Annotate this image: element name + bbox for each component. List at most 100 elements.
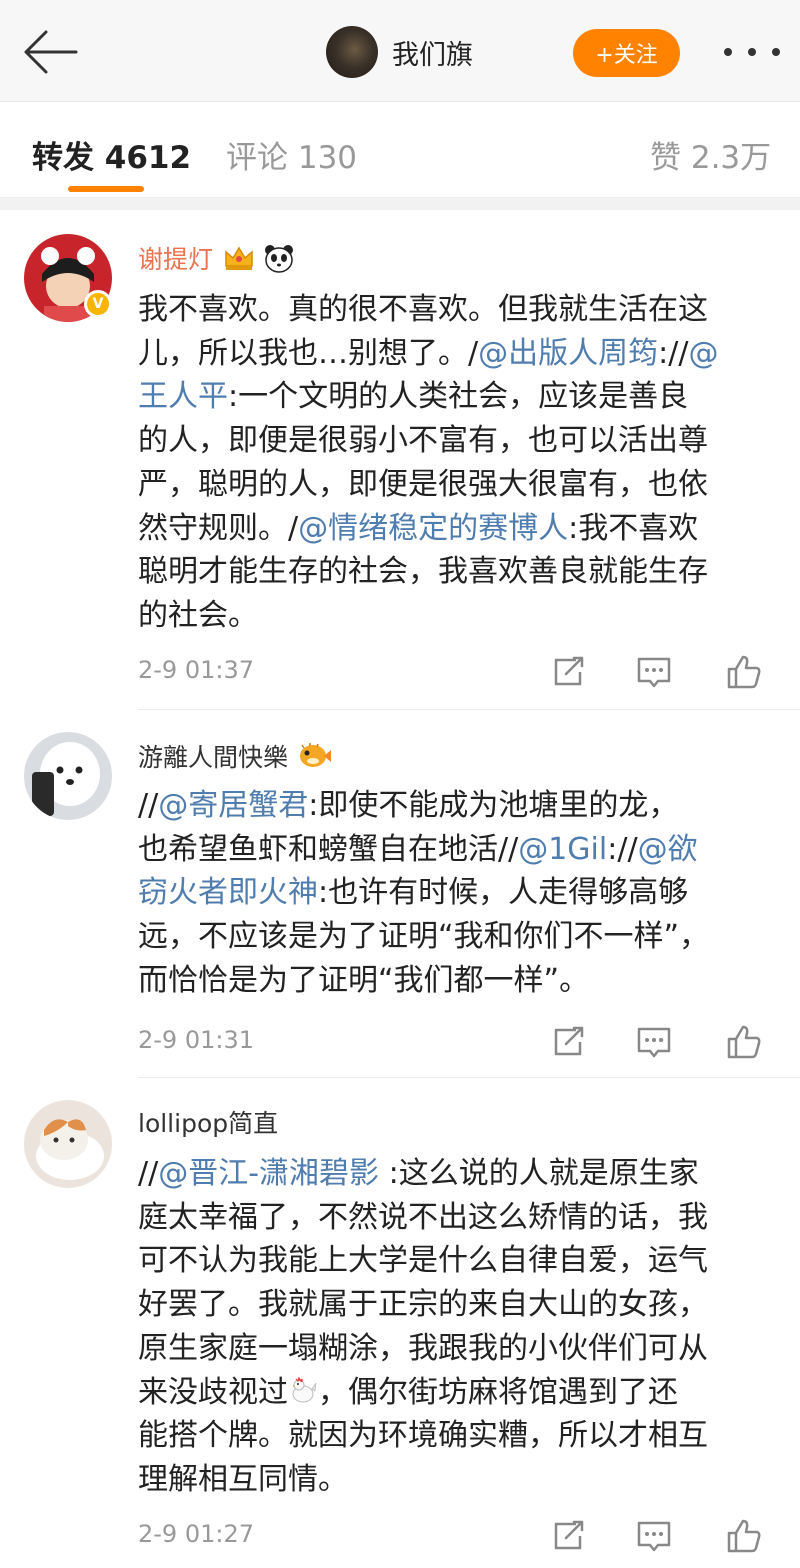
- header-avatar[interactable]: [326, 26, 378, 78]
- body-text: 严，聪明的人，即便是很强大很富有，也依: [138, 466, 708, 502]
- post-body-line: 庭太幸福了，不然说不出这么矫情的话，我: [138, 1196, 778, 1240]
- post-username[interactable]: lollipop简直: [138, 1104, 278, 1140]
- body-text: 也希望鱼虾和螃蟹自在地活//: [138, 831, 519, 867]
- body-text: 原生家庭一塌糊涂，我跟我的小伙伴们可从: [138, 1330, 708, 1366]
- emoji-wrap: [288, 1375, 318, 1410]
- post-username[interactable]: 游離人間快樂: [138, 738, 332, 774]
- post-body-line: 可不认为我能上大学是什么自律自爱，运气: [138, 1239, 778, 1283]
- tab-like[interactable]: 赞 2.3万: [650, 132, 771, 177]
- body-text: 远，不应该是为了证明“我和你们不一样”，: [138, 919, 710, 955]
- post-body-line: 的社会。: [138, 594, 778, 638]
- post-time: 2-9 01:27: [138, 1520, 254, 1548]
- avatar[interactable]: [24, 732, 112, 820]
- body-text: 理解相互同情。: [138, 1461, 348, 1497]
- like-icon[interactable]: [724, 1516, 764, 1556]
- post-body-line: 窃火者即火神:也许有时候，人走得够高够: [138, 871, 778, 915]
- body-text: :也许有时候，人走得够高够: [318, 875, 689, 911]
- repost-icon[interactable]: [548, 1022, 588, 1062]
- body-text: ，偶尔街坊麻将馆遇到了还: [318, 1374, 678, 1410]
- body-text: 的社会。: [138, 597, 258, 633]
- rooster-icon: [292, 1376, 317, 1403]
- mention-link[interactable]: @欲: [638, 832, 698, 867]
- post-body: //@晋江-潇湘碧影 :这么说的人就是原生家庭太幸福了，不然说不出这么矫情的话，…: [138, 1152, 778, 1502]
- post-body-line: 来没歧视过 ，偶尔街坊麻将馆遇到了还: [138, 1371, 778, 1415]
- repost-icon[interactable]: [548, 1516, 588, 1556]
- body-text: 聪明才能生存的社会，我喜欢善良就能生存: [138, 554, 708, 590]
- body-text: 儿，所以我也…别想了。/: [138, 335, 479, 371]
- post-actions: [548, 1022, 788, 1062]
- body-text: 能搭个牌。就因为环境确实糟，所以才相互: [138, 1418, 708, 1454]
- post-body: 我不喜欢。真的很不喜欢。但我就生活在这 儿，所以我也…别想了。/@出版人周筠://…: [138, 288, 778, 638]
- crown-icon: [225, 246, 253, 270]
- post-body-line: 聪明才能生存的社会，我喜欢善良就能生存: [138, 550, 778, 594]
- follow-button[interactable]: +关注: [573, 29, 680, 77]
- comment-icon[interactable]: [634, 652, 674, 692]
- post-body-line: 原生家庭一塌糊涂，我跟我的小伙伴们可从: [138, 1327, 778, 1371]
- mention-link[interactable]: @: [688, 336, 718, 371]
- mention-link[interactable]: @晋江-潇湘碧影: [158, 1156, 379, 1191]
- body-text: 可不认为我能上大学是什么自律自爱，运气: [138, 1243, 708, 1279]
- body-text: 我不喜欢。真的很不喜欢。但我就生活在这: [138, 292, 708, 327]
- header-title: 我们旗: [392, 39, 473, 71]
- post-body-line: 也希望鱼虾和螃蟹自在地活//@1Gil://@欲: [138, 828, 778, 872]
- post-body-line: 理解相互同情。: [138, 1458, 778, 1502]
- body-text: 的人，即便是很弱小不富有，也可以活出尊: [138, 423, 708, 459]
- username-text: lollipop简直: [138, 1109, 279, 1138]
- username-text: 游離人間快樂: [138, 743, 289, 772]
- post-body-line: 然守规则。/@情绪稳定的赛博人:我不喜欢: [138, 507, 778, 551]
- repost-item: 游離人間快樂 //@寄居蟹君:即使不能成为池塘里的龙， 也希望鱼虾和螃蟹自在地活/…: [0, 710, 800, 1078]
- post-body-line: 远，不应该是为了证明“我和你们不一样”，: [138, 915, 778, 959]
- repost-item: V 谢提灯 我不喜欢。真的很不喜欢。但我就生活在这 儿，所以我也…别想了。/@出版…: [0, 210, 800, 710]
- post-body-line: 王人平:一个文明的人类社会，应该是善良: [138, 375, 778, 419]
- verified-badge-icon: V: [84, 290, 112, 318]
- body-text: :一个文明的人类社会，应该是善良: [228, 379, 689, 415]
- mention-link[interactable]: @寄居蟹君: [158, 788, 308, 823]
- body-text: 好罢了。我就属于正宗的来自大山的女孩，: [138, 1287, 708, 1323]
- body-text: //: [138, 788, 159, 823]
- tab-repost[interactable]: 转发 4612: [32, 132, 191, 177]
- body-text: :这么说的人就是原生家: [379, 1156, 699, 1191]
- body-text: :即使不能成为池塘里的龙，: [308, 788, 679, 823]
- post-body-line: 而恰恰是为了证明“我们都一样”。: [138, 959, 778, 1003]
- body-text: 而恰恰是为了证明“我们都一样”。: [138, 962, 590, 998]
- body-text: :我不喜欢: [568, 510, 699, 546]
- post-body-line: 好罢了。我就属于正宗的来自大山的女孩，: [138, 1283, 778, 1327]
- post-body-line: 的人，即便是很弱小不富有，也可以活出尊: [138, 419, 778, 463]
- like-icon[interactable]: [724, 652, 764, 692]
- post-body-line: 儿，所以我也…别想了。/@出版人周筠://@: [138, 332, 778, 376]
- body-text: ://: [607, 831, 638, 867]
- tab-comment[interactable]: 评论 130: [226, 132, 357, 177]
- mention-link[interactable]: @出版人周筠: [478, 336, 658, 371]
- more-icon[interactable]: [724, 36, 780, 68]
- post-body: //@寄居蟹君:即使不能成为池塘里的龙， 也希望鱼虾和螃蟹自在地活//@1Gil:…: [138, 784, 778, 1003]
- post-body-line: 我不喜欢。真的很不喜欢。但我就生活在这: [138, 288, 778, 332]
- post-body-line: //@寄居蟹君:即使不能成为池塘里的龙，: [138, 784, 778, 828]
- body-text: //: [138, 1156, 159, 1191]
- post-actions: [548, 652, 788, 692]
- body-text: ://: [658, 335, 689, 371]
- post-username[interactable]: 谢提灯: [138, 240, 295, 276]
- comment-icon[interactable]: [634, 1516, 674, 1556]
- comment-icon[interactable]: [634, 1022, 674, 1062]
- like-icon[interactable]: [724, 1022, 764, 1062]
- body-text: 来没歧视过: [138, 1374, 288, 1410]
- mention-link[interactable]: @情绪稳定的赛博人: [298, 511, 568, 546]
- mention-link[interactable]: 王人平: [138, 379, 228, 414]
- tab-bar: 转发 4612 评论 130 赞 2.3万: [0, 102, 800, 198]
- post-time: 2-9 01:37: [138, 656, 254, 684]
- mention-link[interactable]: @1Gil: [518, 832, 607, 867]
- mention-link[interactable]: 窃火者即火神: [138, 875, 318, 910]
- active-tab-indicator: [68, 186, 144, 192]
- post-time: 2-9 01:31: [138, 1026, 254, 1054]
- panda-icon: [265, 245, 294, 273]
- avatar[interactable]: [24, 1100, 112, 1188]
- header-user[interactable]: 我们旗: [326, 26, 473, 78]
- top-bar: 我们旗 +关注: [0, 0, 800, 102]
- repost-icon[interactable]: [548, 652, 588, 692]
- pufferfish-icon: [300, 743, 332, 767]
- section-gap: [0, 198, 800, 210]
- back-button[interactable]: [20, 28, 80, 76]
- post-body-line: 严，聪明的人，即便是很强大很富有，也依: [138, 463, 778, 507]
- post-actions: [548, 1516, 788, 1556]
- post-body-line: 能搭个牌。就因为环境确实糟，所以才相互: [138, 1414, 778, 1458]
